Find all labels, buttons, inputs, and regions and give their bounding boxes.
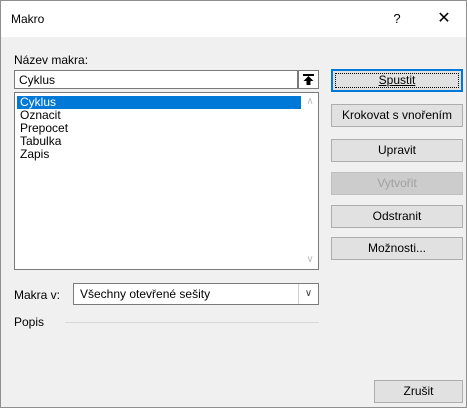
description-label: Popis [14, 315, 45, 329]
run-button[interactable]: Spustit [331, 69, 463, 92]
create-button-label: Vytvořit [377, 176, 417, 190]
options-button[interactable]: Možnosti... [331, 237, 463, 260]
macros-in-select[interactable]: Všechny otevřené sešity ∨ [73, 283, 319, 305]
step-into-button[interactable]: Krokovat s vnořením [331, 104, 463, 127]
create-button[interactable]: Vytvořit [331, 172, 463, 195]
scroll-up-icon[interactable]: ∧ [302, 94, 318, 110]
macro-name-input[interactable]: Cyklus [14, 70, 298, 89]
list-item[interactable]: Zapis [17, 148, 301, 161]
step-into-button-label: Krokovat s vnořením [341, 108, 453, 122]
macro-name-label: Název makra: [14, 53, 89, 67]
title-bar: Makro ? ✕ [1, 1, 466, 37]
scroll-down-icon[interactable]: ∨ [302, 252, 318, 268]
macros-in-label: Makra v: [14, 288, 61, 302]
close-button[interactable]: ✕ [429, 5, 459, 33]
macros-in-value: Všechny otevřené sešity [80, 287, 211, 301]
upload-arrow-icon [303, 74, 314, 85]
edit-button[interactable]: Upravit [331, 139, 463, 162]
options-button-label: Možnosti... [367, 241, 427, 255]
macro-dialog: Makro ? ✕ Název makra: Cyklus Cyklus Ozn… [0, 0, 467, 408]
ref-edit-button[interactable] [298, 70, 319, 89]
edit-button-label: Upravit [377, 143, 416, 157]
delete-button-label: Odstranit [372, 209, 422, 223]
chevron-down-icon[interactable]: ∨ [298, 284, 318, 304]
list-item[interactable]: Tabulka [17, 135, 301, 148]
window-title: Makro [11, 12, 45, 26]
delete-button[interactable]: Odstranit [331, 205, 463, 228]
help-button[interactable]: ? [382, 5, 412, 33]
description-divider [65, 322, 319, 323]
cancel-button-label: Zrušit [403, 384, 434, 398]
macro-listbox[interactable]: Cyklus Oznacit Prepocet Tabulka Zapis ∧ … [14, 92, 319, 270]
cancel-button[interactable]: Zrušit [374, 380, 463, 403]
